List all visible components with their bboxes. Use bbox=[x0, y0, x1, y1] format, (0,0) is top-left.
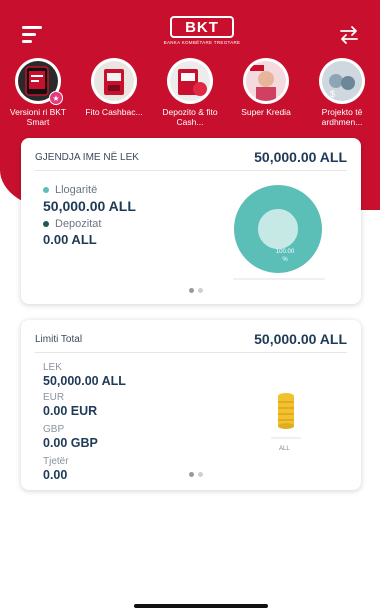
coins-stack-icon bbox=[278, 393, 294, 429]
stories-row: ★ Versioni ri BKT Smart Fito Cashbac... bbox=[0, 58, 380, 128]
limit-pager[interactable] bbox=[189, 472, 203, 477]
accounts-label: Llogaritë bbox=[55, 184, 98, 196]
balance-card-title: GJENDJA IME NË LEK bbox=[35, 151, 139, 163]
bkt-logo: BKT BANKA KOMBËTARE TREGTARE bbox=[164, 16, 240, 50]
balance-card[interactable]: GJENDJA IME NË LEK 50,000.00 ALL Llogari… bbox=[21, 138, 361, 304]
story-label: Super Kredia bbox=[241, 107, 291, 117]
svg-text:$: $ bbox=[330, 89, 335, 99]
story-label: Depozito & fito Cash... bbox=[162, 107, 218, 127]
swap-arrows-icon[interactable] bbox=[338, 24, 360, 46]
story-thumbnail bbox=[246, 61, 286, 101]
home-indicator[interactable] bbox=[134, 604, 268, 608]
balance-pager[interactable] bbox=[189, 288, 203, 293]
limit-card[interactable]: Limiti Total 50,000.00 ALL LEK 50,000.00… bbox=[21, 320, 361, 490]
pager-dot bbox=[189, 472, 194, 477]
star-icon: ★ bbox=[49, 91, 63, 105]
currency-label-gbp: GBP bbox=[43, 424, 65, 435]
story-super-kredia[interactable]: Super Kredia bbox=[228, 58, 304, 128]
balance-card-header: GJENDJA IME NË LEK 50,000.00 ALL bbox=[35, 148, 347, 166]
story-deposit-cashback[interactable]: Depozito & fito Cash... bbox=[152, 58, 228, 128]
deposits-dot bbox=[43, 221, 49, 227]
app-screen: BKT BANKA KOMBËTARE TREGTARE ★ Versioni … bbox=[0, 0, 380, 616]
story-ring bbox=[243, 58, 289, 104]
deposits-amount: 0.00 ALL bbox=[43, 232, 97, 247]
logo-mark: BKT bbox=[170, 16, 234, 38]
donut-inner bbox=[258, 209, 298, 249]
deposits-legend: Depozitat bbox=[43, 218, 101, 230]
story-label: Versioni ri BKT Smart bbox=[9, 107, 67, 127]
accounts-amount: 50,000.00 ALL bbox=[43, 198, 136, 214]
donut-unit: % bbox=[282, 257, 288, 263]
pager-dot bbox=[198, 288, 203, 293]
story-ring: ★ bbox=[15, 58, 63, 105]
story-new-bkt-smart[interactable]: ★ Versioni ri BKT Smart bbox=[0, 58, 76, 128]
limit-card-title: Limiti Total bbox=[35, 333, 83, 345]
donut-label: 100.00 % bbox=[270, 248, 300, 264]
currency-amount-gbp: 0.00 GBP bbox=[43, 436, 98, 450]
currency-label-other: Tjetër bbox=[43, 456, 69, 467]
pager-dot bbox=[189, 288, 194, 293]
story-ring bbox=[167, 58, 213, 104]
story-label: Fito Cashbac... bbox=[85, 107, 143, 117]
story-label: Projekto të ardhmen... bbox=[321, 107, 363, 127]
menu-icon[interactable] bbox=[22, 26, 44, 43]
currency-amount-eur: 0.00 EUR bbox=[43, 404, 98, 418]
story-thumbnail bbox=[170, 61, 210, 101]
balance-card-total: 50,000.00 ALL bbox=[254, 149, 347, 165]
logo-subtitle: BANKA KOMBËTARE TREGTARE bbox=[163, 40, 241, 45]
currency-amount-lek: 50,000.00 ALL bbox=[43, 374, 126, 388]
divider bbox=[35, 352, 347, 353]
story-future[interactable]: $ Projekto të ardhmen... bbox=[304, 58, 380, 128]
donut-value: 100.00 bbox=[275, 249, 295, 255]
top-bar: BKT BANKA KOMBËTARE TREGTARE bbox=[0, 12, 380, 56]
divider bbox=[35, 170, 347, 171]
donut-shadow bbox=[233, 278, 325, 280]
limit-card-header: Limiti Total 50,000.00 ALL bbox=[35, 330, 347, 348]
coins-shadow bbox=[271, 437, 301, 439]
limit-card-total: 50,000.00 ALL bbox=[254, 331, 347, 347]
story-ring: $ bbox=[319, 58, 365, 104]
coins-label: ALL bbox=[279, 446, 290, 452]
currency-label-eur: EUR bbox=[43, 392, 65, 403]
accounts-dot bbox=[43, 187, 49, 193]
pager-dot bbox=[198, 472, 203, 477]
story-thumbnail: $ bbox=[322, 61, 362, 101]
deposits-label: Depozitat bbox=[55, 218, 102, 230]
currency-amount-other: 0.00 bbox=[43, 468, 68, 482]
story-thumbnail bbox=[94, 61, 134, 101]
story-cashback[interactable]: Fito Cashbac... bbox=[76, 58, 152, 128]
story-ring bbox=[91, 58, 137, 104]
accounts-legend: Llogaritë bbox=[43, 184, 97, 196]
currency-label-lek: LEK bbox=[43, 362, 62, 373]
